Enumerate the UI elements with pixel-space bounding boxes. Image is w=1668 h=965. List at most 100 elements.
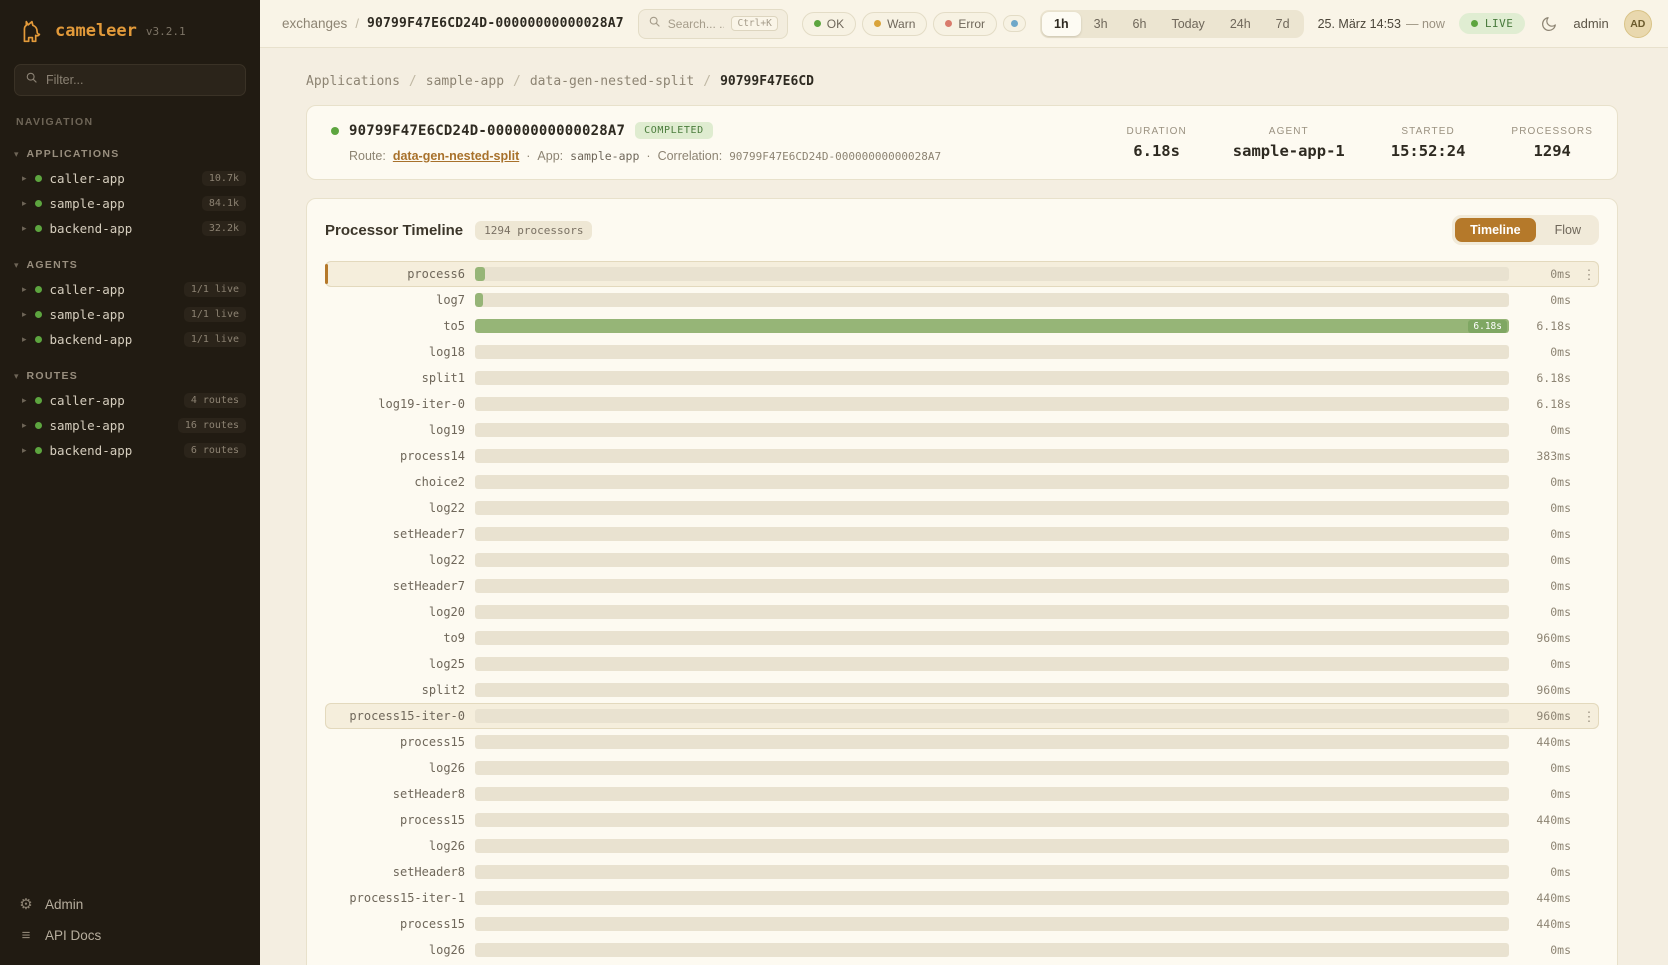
chevron-right-icon[interactable]: ▸	[22, 396, 27, 405]
stat-label: PROCESSORS	[1511, 126, 1593, 137]
bar-duration-label: 6.18s	[1468, 320, 1507, 333]
sidebar-item[interactable]: ▸ caller-app 10.7k	[0, 166, 260, 191]
sidebar-item[interactable]: ▸ caller-app 4 routes	[0, 388, 260, 413]
sidebar-group-header[interactable]: ▾ ROUTES	[0, 366, 260, 388]
live-label: LIVE	[1485, 17, 1514, 30]
timeline-row[interactable]: log25 0ms ⋮	[325, 651, 1599, 677]
processor-label: process15-iter-1	[335, 891, 465, 905]
timeline-row[interactable]: setHeader8 0ms ⋮	[325, 781, 1599, 807]
view-toggle-button[interactable]: Timeline	[1455, 218, 1535, 242]
timeline-track	[475, 631, 1509, 645]
timeline-row[interactable]: log7 0ms ⋮	[325, 287, 1599, 313]
filter-chip[interactable]: OK	[802, 12, 856, 36]
stat-value: sample-app-1	[1233, 142, 1345, 160]
gear-icon: ⚙	[18, 897, 34, 912]
kebab-menu-icon[interactable]: ⋮	[1581, 268, 1597, 281]
timeline-row[interactable]: setHeader7 0ms ⋮	[325, 521, 1599, 547]
search-input[interactable]	[668, 17, 725, 31]
breadcrumb-item[interactable]: 90799F47E6CD	[720, 74, 814, 89]
sidebar-group-header[interactable]: ▾ AGENTS	[0, 255, 260, 277]
filter-chip[interactable]: Warn	[862, 12, 927, 36]
timeline-row[interactable]: split1 6.18s ⋮	[325, 365, 1599, 391]
chevron-right-icon[interactable]: ▸	[22, 285, 27, 294]
route-link[interactable]: data-gen-nested-split	[393, 149, 519, 163]
separator-dot: ·	[526, 149, 530, 163]
processor-label: setHeader7	[335, 579, 465, 593]
chevron-right-icon[interactable]: ▸	[22, 224, 27, 233]
timeline-row[interactable]: process15 440ms ⋮	[325, 729, 1599, 755]
timeline-row[interactable]: setHeader7 0ms ⋮	[325, 573, 1599, 599]
filter-chip[interactable]	[1003, 15, 1026, 32]
view-toggle-button[interactable]: Flow	[1540, 218, 1596, 242]
sidebar-item-api-docs[interactable]: ≡ API Docs	[18, 928, 242, 943]
navigation-label: NAVIGATION	[0, 98, 260, 130]
sidebar-item[interactable]: ▸ sample-app 16 routes	[0, 413, 260, 438]
timeline-row[interactable]: process15-iter-1 440ms ⋮	[325, 885, 1599, 911]
timeline-row[interactable]: to9 960ms ⋮	[325, 625, 1599, 651]
sidebar-item[interactable]: ▸ backend-app 1/1 live	[0, 327, 260, 352]
timeline-row[interactable]: split2 960ms ⋮	[325, 677, 1599, 703]
timeline-bar: 6.18s	[475, 319, 1509, 333]
processor-label: log19	[335, 423, 465, 437]
timeline-track	[475, 813, 1509, 827]
timeline-row[interactable]: choice2 0ms ⋮	[325, 469, 1599, 495]
kebab-menu-icon[interactable]: ⋮	[1581, 710, 1597, 723]
timeline-row[interactable]: setHeader8 0ms ⋮	[325, 859, 1599, 885]
timeline-row[interactable]: to5 6.18s 6.18s ⋮	[325, 313, 1599, 339]
dark-mode-toggle[interactable]	[1540, 15, 1558, 33]
app-version: v3.2.1	[146, 25, 186, 38]
app-logo[interactable]: cameleer v3.2.1	[0, 0, 260, 56]
timeline-row[interactable]: log26 0ms ⋮	[325, 755, 1599, 781]
sidebar-item[interactable]: ▸ backend-app 32.2k	[0, 216, 260, 241]
route-label: Route:	[349, 149, 386, 163]
status-dot	[35, 200, 42, 207]
chevron-right-icon[interactable]: ▸	[22, 446, 27, 455]
chevron-right-icon[interactable]: ▸	[22, 310, 27, 319]
timeline-row[interactable]: log19-iter-0 6.18s ⋮	[325, 391, 1599, 417]
timeline-row[interactable]: log22 0ms ⋮	[325, 495, 1599, 521]
global-search[interactable]: Ctrl+K	[638, 9, 788, 39]
filter-input[interactable]	[46, 73, 235, 87]
sidebar-item[interactable]: ▸ sample-app 1/1 live	[0, 302, 260, 327]
processor-label: process15	[335, 735, 465, 749]
timeline-track	[475, 553, 1509, 567]
timeline-row[interactable]: log19 0ms ⋮	[325, 417, 1599, 443]
chevron-right-icon[interactable]: ▸	[22, 421, 27, 430]
time-range-button[interactable]: 3h	[1082, 12, 1120, 36]
group-label: ROUTES	[27, 370, 79, 382]
timeline-row[interactable]: process15 440ms ⋮	[325, 911, 1599, 937]
page-content: Applications/sample-app/data-gen-nested-…	[260, 48, 1668, 965]
breadcrumb-item[interactable]: sample-app	[426, 74, 504, 89]
chevron-right-icon[interactable]: ▸	[22, 335, 27, 344]
chip-label: OK	[827, 17, 844, 31]
timeline-row[interactable]: process6 0ms ⋮	[325, 261, 1599, 287]
timeline-row[interactable]: log26 0ms ⋮	[325, 937, 1599, 963]
sidebar-item[interactable]: ▸ caller-app 1/1 live	[0, 277, 260, 302]
sidebar-item-admin[interactable]: ⚙ Admin	[18, 897, 242, 912]
time-range-button[interactable]: Today	[1159, 12, 1216, 36]
timeline-row[interactable]: process15-iter-0 960ms ⋮	[325, 703, 1599, 729]
timeline-row[interactable]: log18 0ms ⋮	[325, 339, 1599, 365]
time-range-button[interactable]: 6h	[1121, 12, 1159, 36]
live-badge[interactable]: LIVE	[1459, 13, 1526, 34]
timeline-row[interactable]: log20 0ms ⋮	[325, 599, 1599, 625]
timeline-row[interactable]: process14 383ms ⋮	[325, 443, 1599, 469]
breadcrumb-section[interactable]: exchanges	[282, 16, 347, 31]
timeline-row[interactable]: log22 0ms ⋮	[325, 547, 1599, 573]
date-range[interactable]: 25. März 14:53— now	[1318, 17, 1445, 31]
filter-chip[interactable]: Error	[933, 12, 997, 36]
avatar[interactable]: AD	[1624, 10, 1652, 38]
breadcrumb-item[interactable]: Applications	[306, 74, 400, 89]
chevron-right-icon[interactable]: ▸	[22, 199, 27, 208]
sidebar-group-header[interactable]: ▾ APPLICATIONS	[0, 144, 260, 166]
breadcrumb-item[interactable]: data-gen-nested-split	[530, 74, 694, 89]
time-range-button[interactable]: 7d	[1264, 12, 1302, 36]
sidebar-item[interactable]: ▸ backend-app 6 routes	[0, 438, 260, 463]
chevron-right-icon[interactable]: ▸	[22, 174, 27, 183]
stat-value: 6.18s	[1127, 142, 1187, 160]
timeline-row[interactable]: log26 0ms ⋮	[325, 833, 1599, 859]
sidebar-item[interactable]: ▸ sample-app 84.1k	[0, 191, 260, 216]
time-range-button[interactable]: 24h	[1218, 12, 1263, 36]
timeline-row[interactable]: process15 440ms ⋮	[325, 807, 1599, 833]
time-range-button[interactable]: 1h	[1042, 12, 1081, 36]
